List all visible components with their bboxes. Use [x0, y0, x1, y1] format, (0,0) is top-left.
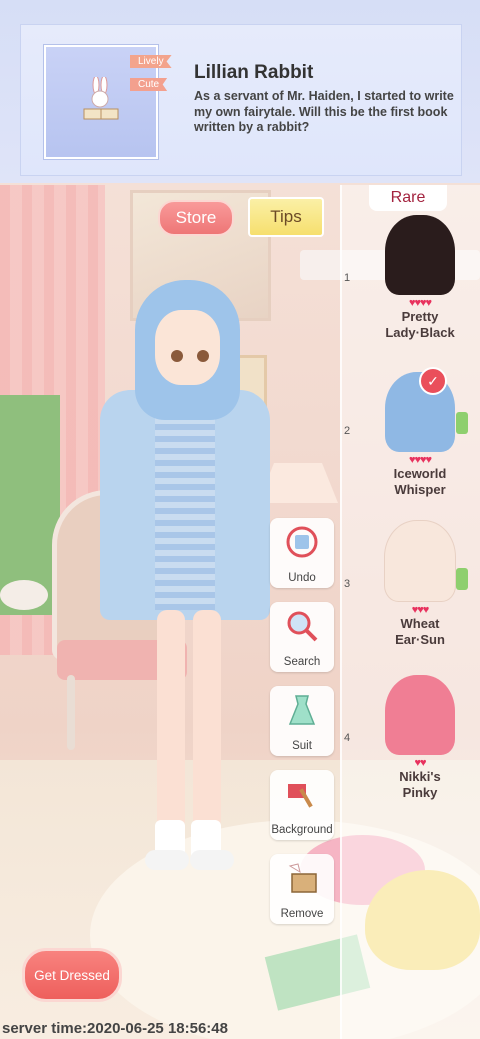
- shoe: [145, 850, 189, 870]
- search-button[interactable]: Search: [270, 602, 334, 672]
- hair-item-icon: [385, 675, 455, 755]
- remove-button[interactable]: Remove: [270, 854, 334, 924]
- tag-cute: Cute: [130, 78, 168, 91]
- hair-item-icon: [384, 520, 456, 602]
- suit-label: Suit: [292, 740, 312, 752]
- box-icon: [288, 863, 317, 893]
- dye-bottle-icon[interactable]: [456, 412, 468, 434]
- rank-number: 1: [344, 272, 351, 284]
- rarity-hearts: ♥♥♥♥: [408, 454, 432, 466]
- undo-icon: [286, 526, 318, 558]
- face: [155, 310, 220, 385]
- eye: [171, 350, 183, 362]
- rabbit-with-book-icon: [83, 77, 119, 120]
- item-name: Wheat: [400, 616, 440, 631]
- hair-item-icon: [385, 215, 455, 295]
- search-label: Search: [283, 656, 321, 668]
- list-item-nikkis-pinky[interactable]: ♥♥ Nikki's Pinky: [360, 675, 480, 801]
- store-button[interactable]: Store: [158, 200, 234, 236]
- item-name: Pinky: [402, 785, 438, 800]
- rank-number: 3: [344, 578, 351, 590]
- tag-lively: Lively: [130, 55, 172, 68]
- side-table: [0, 580, 48, 610]
- suit-description: As a servant of Mr. Haiden, I started to…: [194, 89, 454, 134]
- get-dressed-button[interactable]: Get Dressed: [22, 948, 122, 1002]
- suit-title: Lillian Rabbit: [194, 62, 314, 83]
- item-name: Pretty: [401, 309, 439, 324]
- item-name: Lady·Black: [385, 325, 455, 340]
- list-item-pretty-lady-black[interactable]: ♥♥♥♥ Pretty Lady·Black: [360, 215, 480, 341]
- selected-check-icon: ✓: [419, 367, 447, 395]
- suit-info-header: Lively Cute Lillian Rabbit As a servant …: [0, 0, 480, 183]
- leg: [157, 610, 185, 830]
- dye-bottle-icon[interactable]: [456, 568, 468, 590]
- item-name: Ear·Sun: [395, 632, 445, 647]
- list-item-iceworld-whisper[interactable]: ♥♥♥♥ Iceworld Whisper: [360, 372, 480, 498]
- rank-number: 2: [344, 425, 351, 437]
- character-model[interactable]: [85, 280, 285, 930]
- leg: [193, 610, 221, 830]
- undo-button[interactable]: Undo: [270, 518, 334, 588]
- item-name: Nikki's: [399, 769, 441, 784]
- rank-number: 4: [344, 732, 351, 744]
- romper: [155, 400, 215, 610]
- background-button[interactable]: Background: [270, 770, 334, 840]
- search-icon: [287, 611, 318, 642]
- shoe: [190, 850, 234, 870]
- undo-label: Undo: [288, 572, 316, 584]
- tips-button[interactable]: Tips: [248, 197, 324, 237]
- rarity-hearts: ♥♥♥: [411, 604, 430, 616]
- server-time: server time:2020-06-25 18:56:48: [2, 1020, 228, 1037]
- eye: [197, 350, 209, 362]
- dress-icon: [288, 695, 316, 725]
- item-name: Iceworld: [393, 466, 447, 481]
- background-label: Background: [271, 824, 333, 836]
- tab-rare[interactable]: Rare: [369, 185, 447, 211]
- remove-label: Remove: [280, 908, 324, 920]
- rarity-hearts: ♥♥♥♥: [408, 297, 432, 309]
- suit-button[interactable]: Suit: [270, 686, 334, 756]
- item-name: Whisper: [394, 482, 446, 497]
- paint-brush-icon: [288, 784, 313, 808]
- rarity-hearts: ♥♥: [414, 757, 426, 769]
